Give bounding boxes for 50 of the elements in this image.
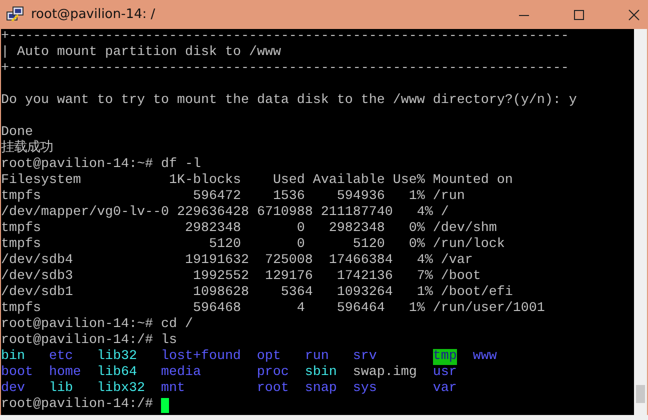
terminal-line: root@pavilion-14:~# df -l	[1, 157, 201, 173]
file-name: usr	[432, 365, 457, 381]
cursor-block	[160, 398, 169, 412]
terminal-line: +----------------------------------------------------------------------	[1, 29, 569, 45]
terminal-computer-icon	[6, 6, 24, 24]
terminal-line: root@pavilion-14:~# cd /	[1, 317, 193, 333]
terminal-line: /dev/sdb3 1992552 129176 1742136 7% /boot	[1, 269, 481, 285]
terminal-line: tmpfs 596472 1536 594936 1% /run	[1, 189, 465, 205]
file-name: etc	[48, 349, 73, 365]
file-name: opt	[256, 349, 281, 365]
file-name: www	[472, 349, 497, 365]
file-name: srv	[352, 349, 377, 365]
file-name: lib32	[96, 349, 137, 365]
file-name: root	[256, 381, 289, 397]
file-name: libx32	[96, 381, 145, 397]
terminal-line: Do you want to try to mount the data disk to the /www directory?(y/n): y	[1, 93, 577, 109]
scrollbar-thumb[interactable]	[636, 385, 645, 403]
file-name: snap	[304, 381, 337, 397]
file-name: proc	[256, 365, 289, 381]
file-name: swap.img	[352, 365, 417, 381]
file-name: lib	[48, 381, 73, 397]
file-name: mnt	[160, 381, 185, 397]
terminal-line: /dev/sdb1 1098628 5364 1093264 1% /boot/efi	[1, 285, 513, 301]
file-name: var	[432, 381, 457, 397]
maximize-icon[interactable]	[573, 8, 585, 20]
window-title: root@pavilion-14: /	[31, 7, 156, 22]
terminal-line: tmpfs 5120 0 5120 0% /run/lock	[1, 237, 505, 253]
file-name: sys	[352, 381, 377, 397]
file-name: bin	[1, 349, 25, 365]
file-name: home	[48, 365, 81, 381]
file-name: sbin	[304, 365, 337, 381]
terminal-line: /dev/mapper/vg0-lv--0 229636428 6710988 211187740 4% /	[1, 205, 449, 221]
terminal-line: 挂载成功	[1, 141, 53, 157]
terminal-line: Done	[1, 125, 33, 140]
file-name: boot	[1, 365, 33, 381]
terminal-line: | Auto mount partition disk to /www	[1, 45, 281, 61]
command-prompt: root@pavilion-14:/#	[1, 397, 154, 413]
file-name: lib64	[96, 365, 137, 381]
terminal-line: +----------------------------------------------------------------------	[1, 61, 569, 77]
file-name: run	[304, 349, 329, 365]
terminal-line: tmpfs 2982348 0 2982348 0% /dev/shm	[1, 221, 497, 237]
file-name: dev	[1, 381, 25, 397]
file-name: tmp	[432, 349, 457, 365]
close-icon[interactable]	[628, 8, 640, 20]
terminal-line: root@pavilion-14:/# ls	[1, 333, 177, 349]
terminal-line: tmpfs 596468 4 596464 1% /run/user/1001	[1, 301, 545, 317]
file-name: lost+found	[160, 349, 241, 365]
terminal-line: Filesystem 1K-blocks Used Available Use% Mounted on	[1, 173, 513, 189]
file-name: media	[160, 365, 201, 381]
terminal-line: /dev/sdb4 19191632 725008 17466384 4% /var	[1, 253, 473, 269]
